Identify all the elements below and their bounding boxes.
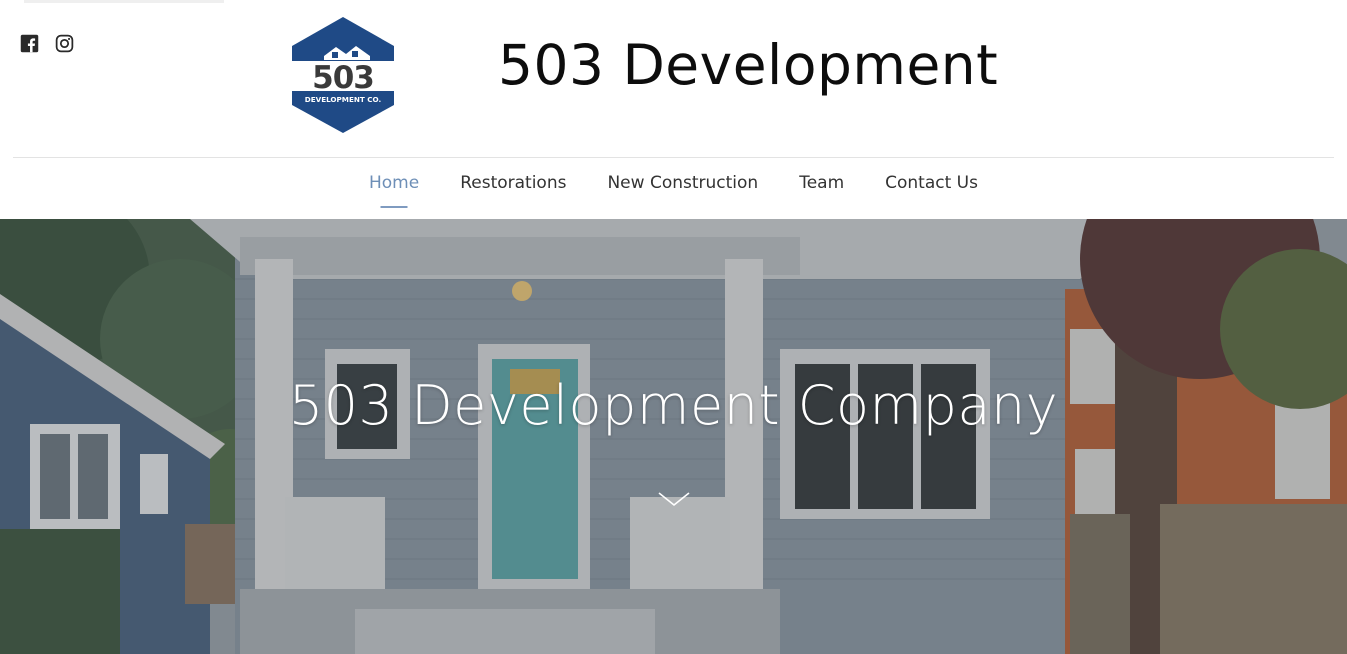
hero-banner: 503 Development Company <box>0 219 1347 654</box>
chevron-down-icon <box>658 492 690 507</box>
top-strip <box>24 0 224 3</box>
active-nav-underline <box>380 206 408 208</box>
nav-item-new-construction[interactable]: New Construction <box>607 170 758 200</box>
logo-subtitle: DEVELOPMENT CO. <box>305 95 382 104</box>
site-title[interactable]: 503 Development <box>498 38 998 93</box>
nav-item-contact-us[interactable]: Contact Us <box>885 170 978 200</box>
instagram-link[interactable] <box>54 33 75 54</box>
main-nav: Home Restorations New Construction Team … <box>0 170 1347 216</box>
nav-item-label: Restorations <box>460 173 567 193</box>
nav-item-home[interactable]: Home <box>369 170 420 208</box>
header-divider <box>13 157 1334 158</box>
scroll-down-button[interactable] <box>657 489 691 509</box>
logo-number: 503 <box>312 60 374 96</box>
instagram-icon <box>55 34 74 53</box>
social-links <box>19 33 75 54</box>
nav-item-restorations[interactable]: Restorations <box>460 170 566 200</box>
nav-item-team[interactable]: Team <box>799 170 844 200</box>
nav-item-label: Home <box>369 173 420 193</box>
nav-item-label: Contact Us <box>885 173 978 193</box>
hero-title: 503 Development Company <box>288 374 1059 437</box>
facebook-link[interactable] <box>19 33 40 54</box>
site-logo[interactable]: 503 DEVELOPMENT CO. <box>290 16 396 134</box>
nav-item-label: Team <box>799 173 845 193</box>
facebook-icon <box>20 34 39 53</box>
nav-item-label: New Construction <box>607 173 759 193</box>
